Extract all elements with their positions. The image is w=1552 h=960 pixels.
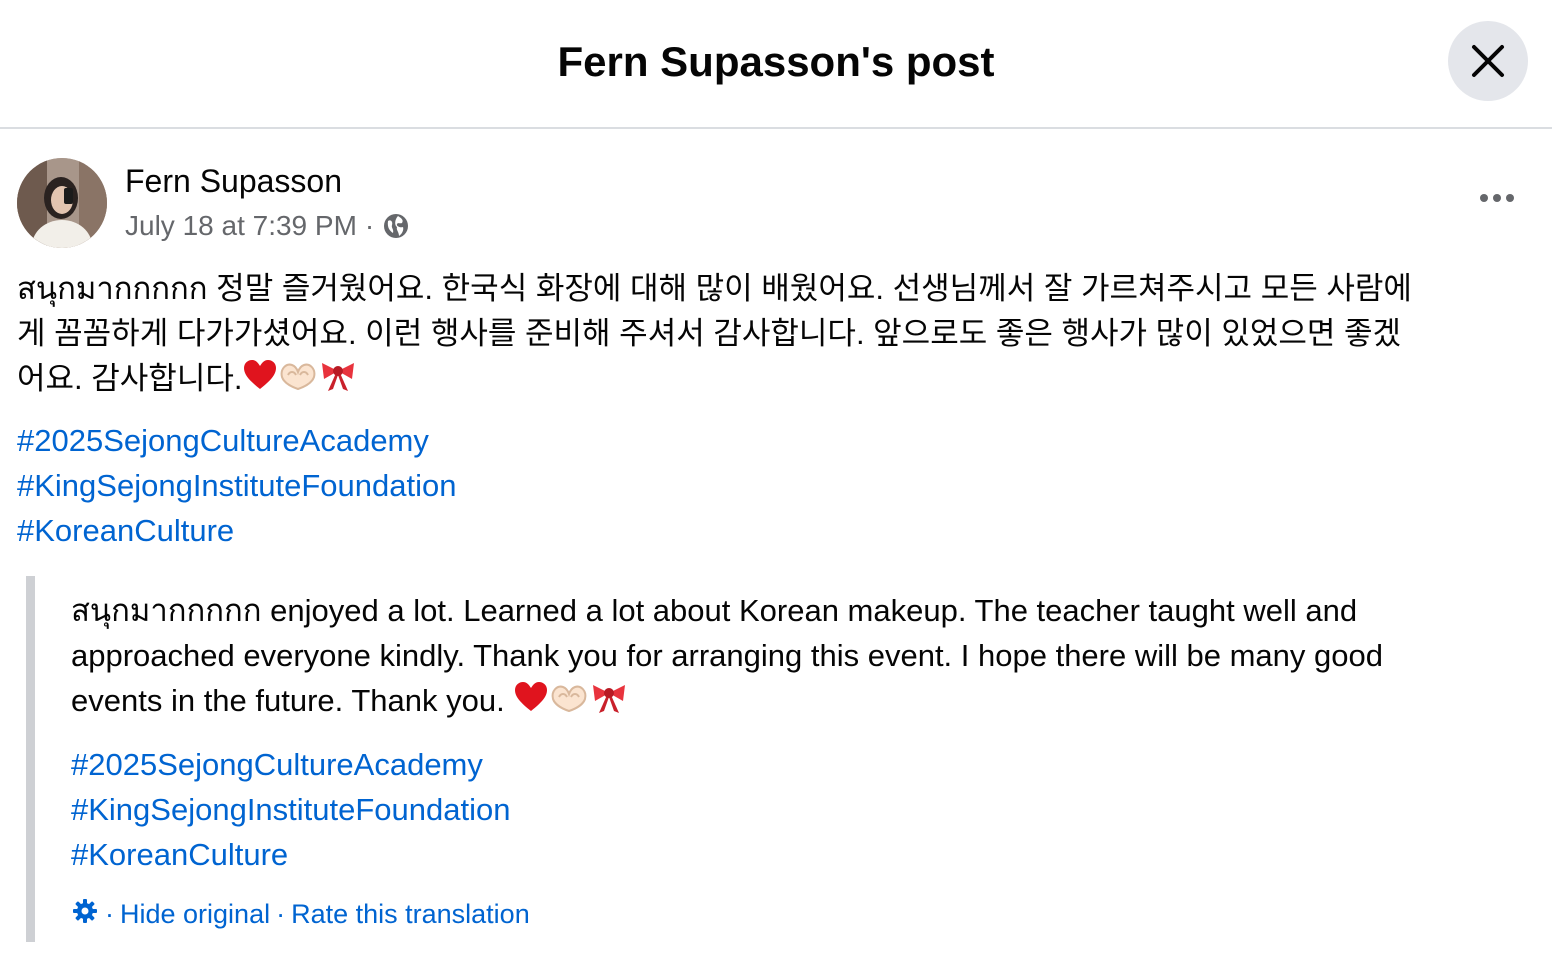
translated-hashtags: #2025SejongCultureAcademy #KingSejongIns…: [71, 742, 511, 877]
post-body-line: สนุกมากกกกก 정말 즐거웠어요. 한국식 화장에 대해 많이 배웠어요…: [17, 271, 1412, 306]
close-icon: [1472, 45, 1504, 77]
translation-footer: · Hide original · Rate this translation: [71, 894, 530, 934]
rate-translation-link[interactable]: Rate this translation: [291, 899, 530, 930]
close-button[interactable]: [1448, 21, 1528, 101]
translated-text: สนุกมากกกกก enjoyed a lot. Learned a lot…: [71, 588, 1521, 727]
dialog-title: Fern Supasson's post: [557, 38, 995, 85]
hashtag-link[interactable]: #KingSejongInstituteFoundation: [17, 463, 457, 508]
globe-icon[interactable]: [382, 212, 410, 240]
ribbon-icon: [318, 357, 358, 405]
dialog-header: Fern Supasson's post: [0, 0, 1552, 129]
post-timestamp[interactable]: July 18 at 7:39 PM: [125, 210, 357, 242]
gear-icon[interactable]: [71, 897, 99, 932]
heart-icon: [513, 679, 549, 727]
heart-hands-icon: [549, 679, 589, 727]
translated-line: approached everyone kindly. Thank you fo…: [71, 638, 1383, 673]
footer-separator: ·: [276, 898, 286, 929]
more-horizontal-icon: [1480, 194, 1488, 202]
avatar[interactable]: [17, 158, 107, 248]
hashtag-link[interactable]: #2025SejongCultureAcademy: [71, 742, 511, 787]
translated-line: สนุกมากกกกก enjoyed a lot. Learned a lot…: [71, 593, 1358, 628]
heart-icon: [242, 357, 278, 405]
author-name[interactable]: Fern Supasson: [125, 160, 342, 202]
hashtag-link[interactable]: #2025SejongCultureAcademy: [17, 418, 457, 463]
post-meta: July 18 at 7:39 PM ·: [125, 206, 410, 246]
hashtag-link[interactable]: #KoreanCulture: [17, 508, 457, 553]
translation-block: สนุกมากกกกก enjoyed a lot. Learned a lot…: [26, 576, 1526, 942]
heart-hands-icon: [278, 357, 318, 405]
post-body-line: 게 꼼꼼하게 다가가셨어요. 이런 행사를 준비해 주셔서 감사합니다. 앞으로…: [17, 316, 1402, 351]
post-body-line: 어요. 감사합니다.: [17, 356, 1532, 405]
meta-separator: ·: [364, 210, 375, 241]
translated-line: events in the future. Thank you.: [71, 678, 1521, 727]
hashtag-link[interactable]: #KoreanCulture: [71, 832, 511, 877]
post-hashtags: #2025SejongCultureAcademy #KingSejongIns…: [17, 418, 457, 553]
hashtag-link[interactable]: #KingSejongInstituteFoundation: [71, 787, 511, 832]
footer-separator: ·: [105, 898, 114, 929]
post-body: สนุกมากกกกก 정말 즐거웠어요. 한국식 화장에 대해 많이 배웠어요…: [17, 266, 1532, 405]
ribbon-icon: [589, 679, 629, 727]
hide-original-link[interactable]: Hide original: [120, 899, 270, 930]
more-options-button[interactable]: [1472, 180, 1522, 216]
